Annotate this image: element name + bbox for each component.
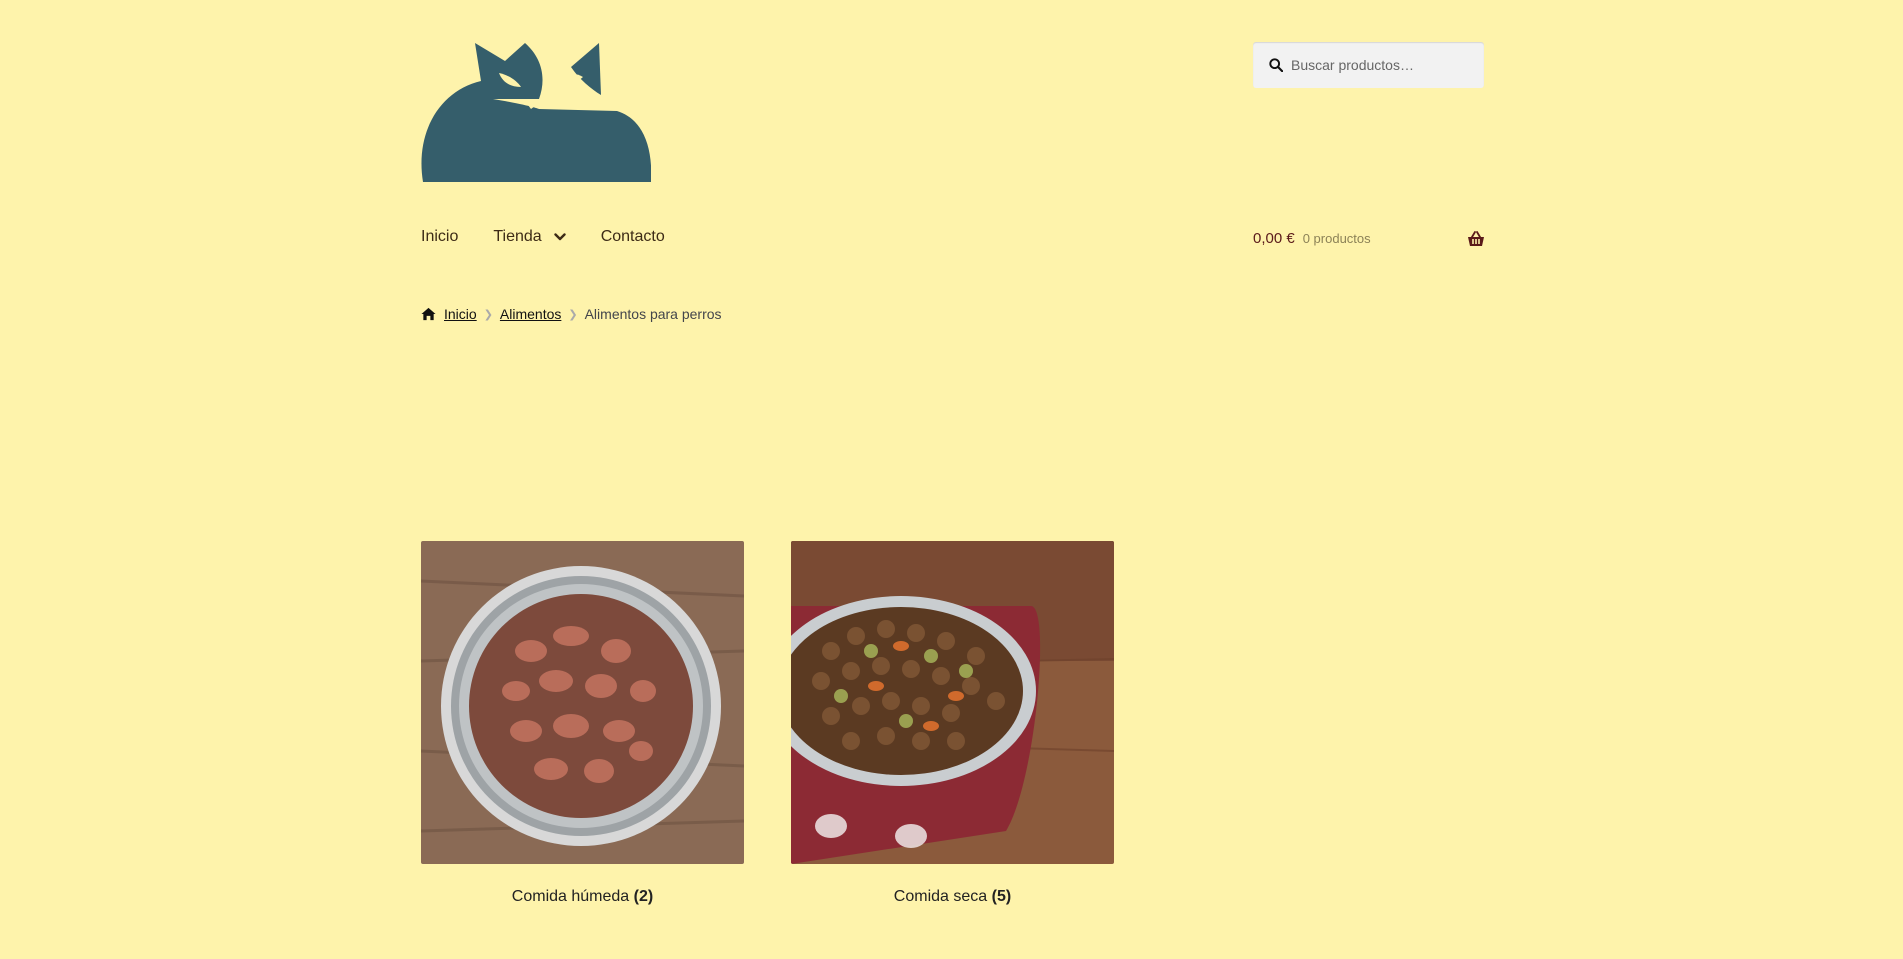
breadcrumb-link-alimentos[interactable]: Alimentos [500, 306, 561, 322]
nav-item-label: Contacto [600, 228, 665, 245]
primary-nav: Inicio Tienda Contacto [421, 228, 700, 246]
nav-item-label: Inicio [421, 228, 459, 245]
category-title[interactable]: Comida seca (5) [791, 888, 1114, 906]
category-card-comida-seca[interactable]: Comida seca (5) [791, 541, 1114, 906]
cart-amount[interactable]: 0,00 € [1253, 230, 1295, 247]
breadcrumb-current: Alimentos para perros [584, 306, 722, 322]
category-count: (5) [991, 888, 1012, 905]
cat-logo-icon[interactable] [421, 43, 651, 182]
dry-food-image[interactable] [791, 541, 1114, 864]
breadcrumb-separator-icon: ❯ [483, 308, 493, 321]
chevron-down-icon[interactable] [553, 231, 566, 243]
nav-item-label: Tienda [493, 228, 542, 245]
category-name: Comida húmeda [511, 888, 630, 905]
nav-item-contacto[interactable]: Contacto [601, 228, 665, 246]
basket-icon[interactable] [1467, 230, 1485, 247]
wet-food-image[interactable] [421, 541, 744, 864]
search-box[interactable] [1253, 42, 1484, 88]
home-icon [421, 307, 436, 321]
category-name: Comida seca [893, 888, 988, 905]
category-count: (2) [633, 888, 654, 905]
breadcrumb: Inicio ❯ Alimentos ❯ Alimentos para perr… [421, 306, 722, 322]
search-input[interactable] [1291, 57, 1471, 73]
category-title[interactable]: Comida húmeda (2) [421, 888, 744, 906]
cart-count[interactable]: 0 productos [1303, 231, 1371, 246]
header-cart[interactable]: 0,00 € 0 productos [1253, 230, 1485, 247]
breadcrumb-link-inicio[interactable]: Inicio [444, 306, 477, 322]
category-card-comida-humeda[interactable]: Comida húmeda (2) [421, 541, 744, 906]
breadcrumb-separator-icon: ❯ [568, 308, 578, 321]
nav-item-tienda[interactable]: Tienda [493, 228, 566, 246]
search-icon [1269, 58, 1283, 72]
nav-item-inicio[interactable]: Inicio [421, 228, 458, 246]
